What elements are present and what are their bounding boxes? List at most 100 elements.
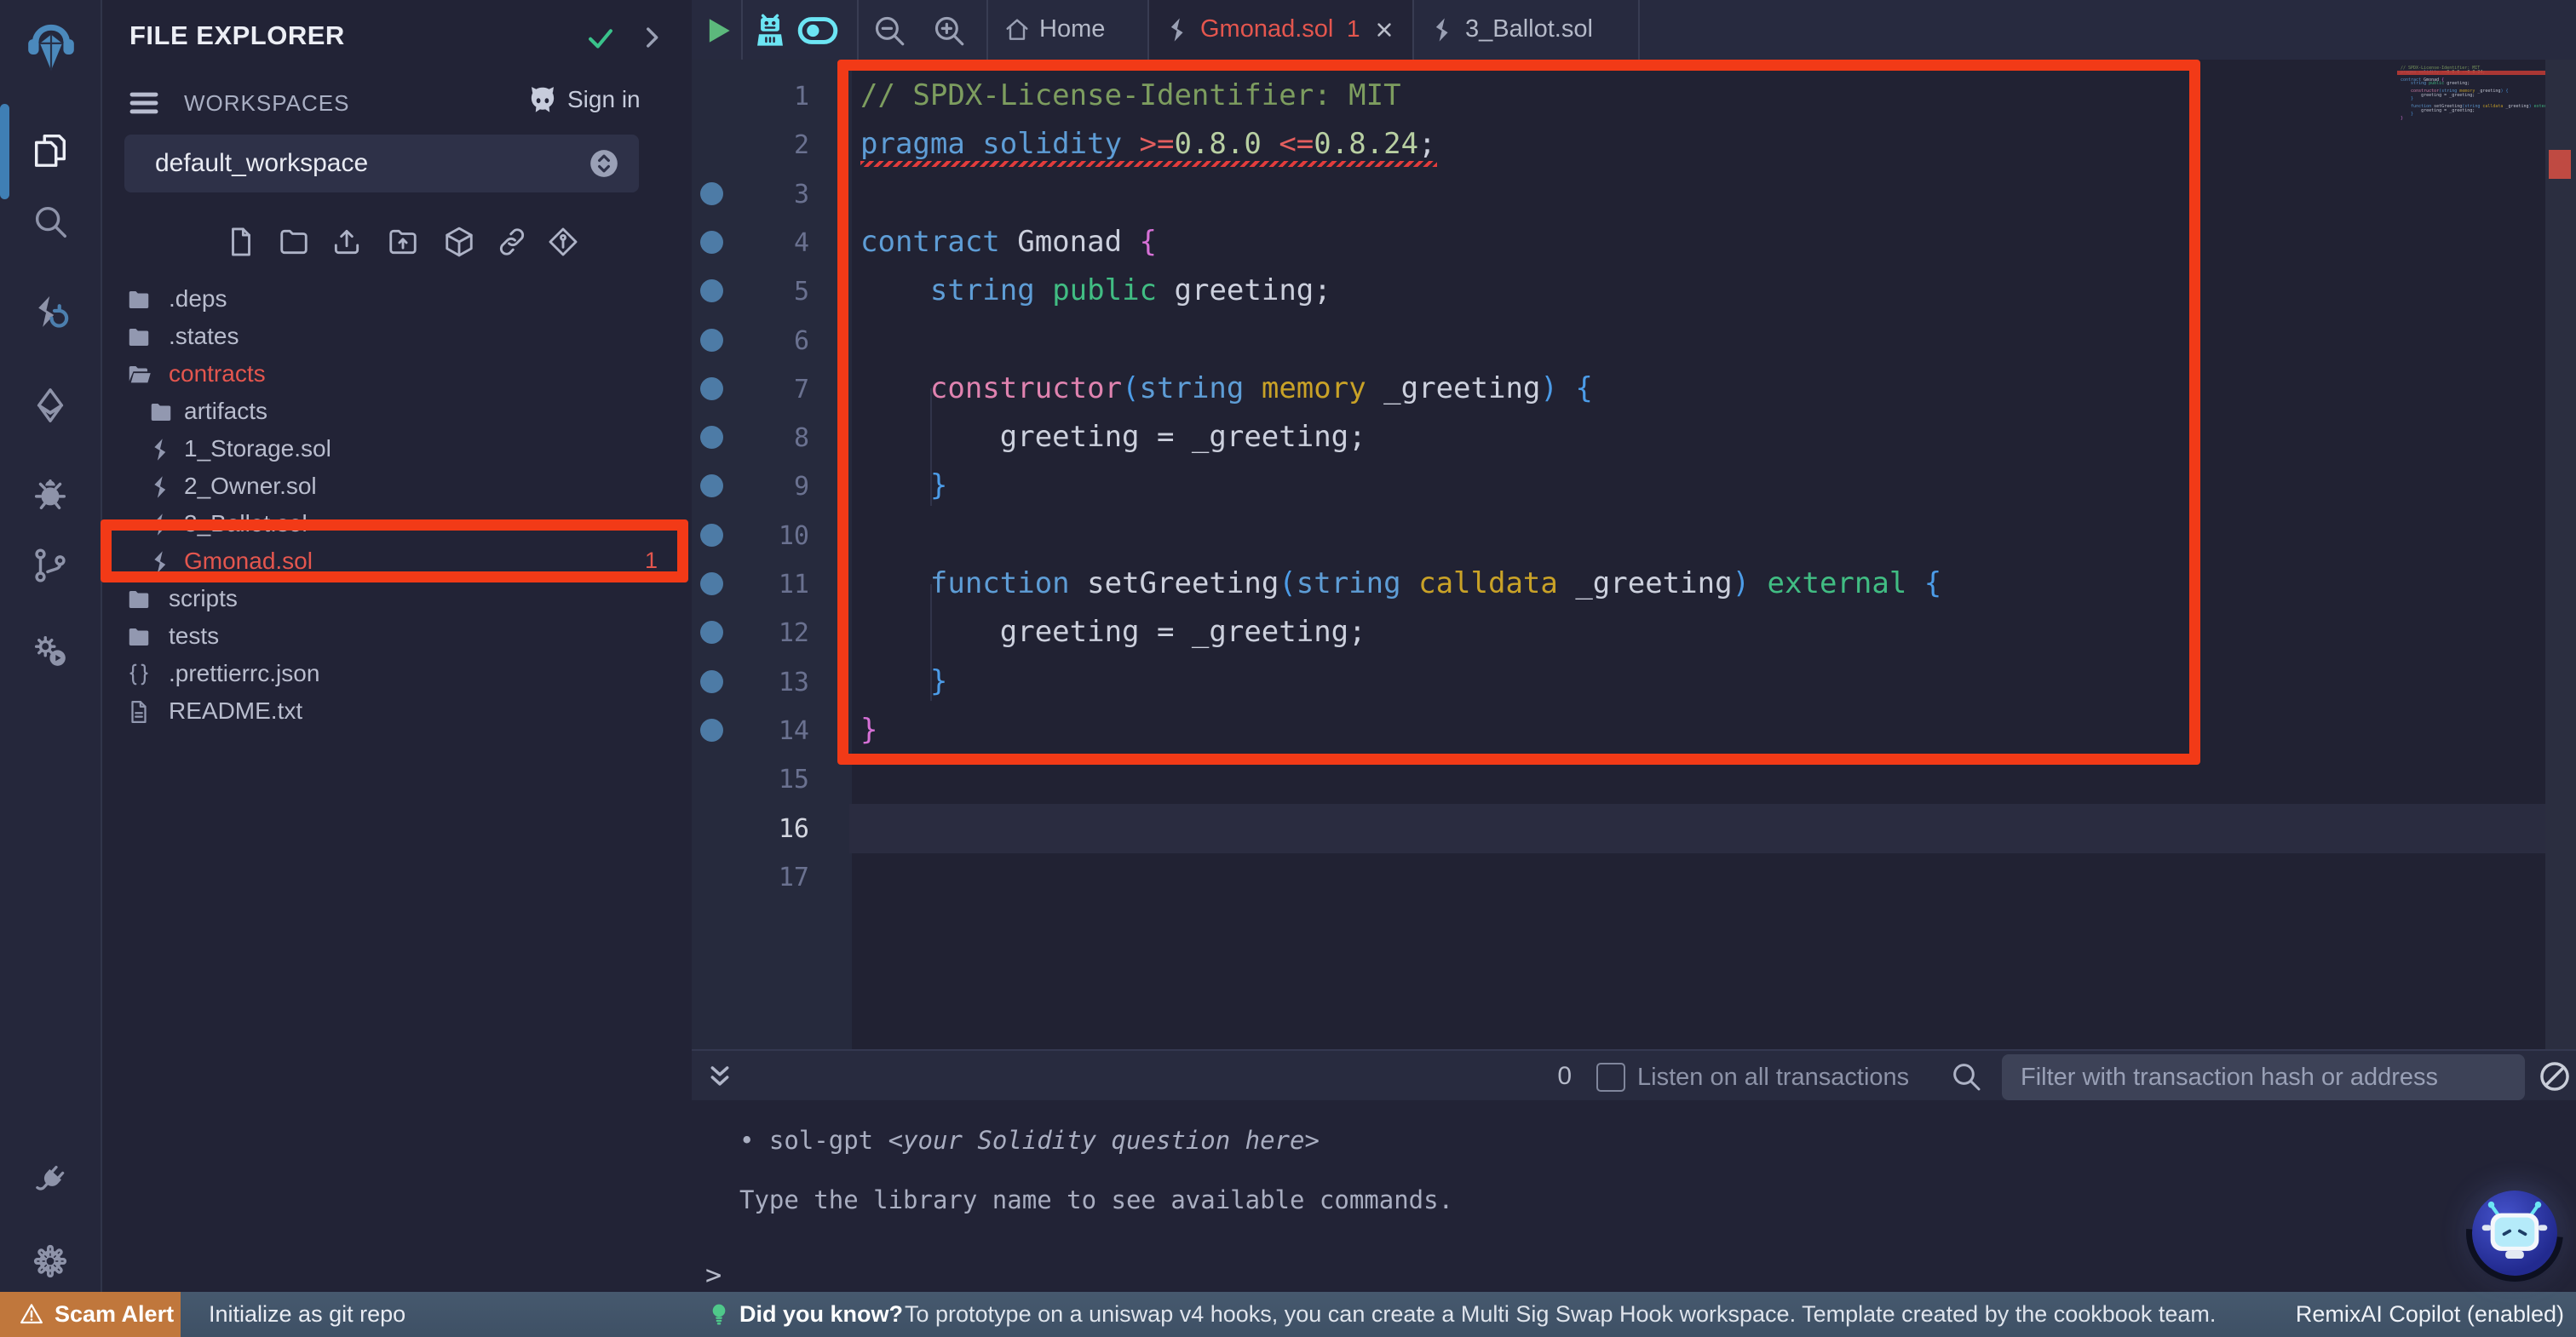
tree-item-gmonad-sol[interactable]: Gmonad.sol1: [102, 543, 688, 581]
code-line-4[interactable]: contract Gmonad {: [860, 218, 1157, 267]
line-number: 17: [724, 863, 809, 892]
link-button[interactable]: [493, 223, 531, 261]
rail-item-file-explorer[interactable]: [28, 128, 72, 172]
collapse-terminal-icon[interactable]: [704, 1061, 736, 1093]
rail-item-search[interactable]: [28, 199, 72, 244]
rail-item-settings[interactable]: [28, 1239, 72, 1283]
git-init-button[interactable]: Initialize as git repo: [209, 1301, 405, 1328]
sol-icon: [148, 512, 174, 537]
workspace-name: default_workspace: [155, 149, 368, 177]
tree-item--states[interactable]: .states: [102, 318, 688, 356]
ban-icon: [2537, 1059, 2573, 1094]
clear-console-icon[interactable]: [2537, 1059, 2573, 1094]
line-number: 14: [724, 716, 809, 746]
listen-checkbox[interactable]: [1596, 1063, 1625, 1092]
code-line-7[interactable]: constructor(string memory _greeting) {: [860, 364, 1593, 413]
search-icon[interactable]: [1949, 1059, 1983, 1093]
transaction-count: 0: [1529, 1062, 1572, 1091]
code-line-11[interactable]: function setGreeting(string calldata _gr…: [860, 559, 1941, 608]
zoom-out-button[interactable]: [867, 9, 911, 53]
tree-item-artifacts[interactable]: artifacts: [102, 393, 688, 431]
cube-button[interactable]: [440, 223, 478, 261]
gutter-dot: [700, 719, 723, 742]
gutter-dot: [700, 329, 723, 352]
tree-item-contracts[interactable]: contracts: [102, 356, 688, 393]
listen-label[interactable]: Listen on all transactions: [1637, 1064, 1909, 1092]
line-number: 13: [724, 668, 809, 697]
tree-item-scripts[interactable]: scripts: [102, 581, 688, 618]
transaction-filter-input[interactable]: [2002, 1054, 2525, 1100]
code-line-9[interactable]: }: [860, 462, 947, 510]
rail-item-git[interactable]: [28, 543, 72, 588]
bug-icon: [31, 474, 70, 514]
ai-copilot-robot-button[interactable]: [748, 9, 792, 53]
hamburger-menu-icon[interactable]: [126, 85, 162, 121]
rail-item-debugger[interactable]: [28, 472, 72, 516]
separator: [857, 0, 859, 60]
git-diamond-icon: [547, 226, 579, 258]
tree-item--deps[interactable]: .deps: [102, 281, 688, 318]
copilot-toggle[interactable]: [796, 9, 840, 53]
rail-item-solidity-compiler[interactable]: [28, 291, 72, 336]
sign-in-button[interactable]: Sign in: [526, 83, 641, 116]
gears-play-icon: [31, 631, 70, 670]
new-file-button[interactable]: [222, 223, 260, 261]
code-line-5[interactable]: string public greeting;: [860, 267, 1331, 315]
run-script-button[interactable]: [695, 9, 739, 53]
copy-icon: [31, 130, 70, 169]
new-folder-button[interactable]: [275, 223, 313, 261]
rail-item-plugin-runner[interactable]: [28, 628, 72, 673]
branch-icon: [31, 546, 70, 585]
editor-tab-strip: HomeGmonad.sol13_Ballot.sol: [692, 0, 2576, 60]
terminal-prompt[interactable]: >: [705, 1259, 722, 1291]
play-icon: [699, 12, 736, 49]
gutter-dot: [700, 377, 723, 400]
toggle-icon: [796, 9, 840, 53]
tree-item-1-storage-sol[interactable]: 1_Storage.sol: [102, 431, 688, 468]
line-number: 4: [724, 228, 809, 258]
scam-alert-button[interactable]: Scam Alert: [0, 1292, 181, 1337]
copilot-status[interactable]: RemixAI Copilot (enabled): [2296, 1301, 2564, 1328]
tree-item--prettierrc-json[interactable]: .prettierrc.json: [102, 656, 688, 693]
code-line-8[interactable]: greeting = _greeting;: [860, 413, 1366, 462]
tab-close-icon[interactable]: [1372, 18, 1396, 42]
code-line-1[interactable]: // SPDX-License-Identifier: MIT: [860, 72, 1401, 120]
folder-icon: [126, 287, 152, 313]
plug-icon: [32, 1162, 69, 1199]
tab-label: Gmonad.sol: [1200, 15, 1333, 43]
rail-item-deploy-run[interactable]: [28, 383, 72, 427]
tab-gmonad-sol[interactable]: Gmonad.sol1: [1149, 0, 1414, 60]
overview-ruler[interactable]: [2545, 60, 2576, 1049]
status-bar: Scam Alert Initialize as git repo Did yo…: [0, 1292, 2576, 1337]
minimap-line: }: [2401, 97, 2413, 101]
tree-item-label: artifacts: [184, 398, 267, 425]
code-line-13[interactable]: }: [860, 657, 947, 706]
code-editor[interactable]: 1// SPDX-License-Identifier: MIT2pragma …: [692, 60, 2576, 1049]
tree-item-tests[interactable]: tests: [102, 618, 688, 656]
tree-item-readme-txt[interactable]: README.txt: [102, 693, 688, 731]
workspace-select[interactable]: default_workspace: [124, 135, 639, 192]
minimap-line: string public greeting;: [2401, 82, 2470, 86]
line-number: 11: [724, 570, 809, 600]
tree-item-label: .deps: [169, 285, 227, 313]
remix-ai-assistant-button[interactable]: [2472, 1191, 2557, 1276]
remix-logo-icon[interactable]: [23, 19, 79, 79]
terminal-output[interactable]: • sol-gpt <your Solidity question here>T…: [692, 1100, 2576, 1292]
code-line-12[interactable]: greeting = _greeting;: [860, 608, 1366, 657]
compiler-icon: [31, 294, 70, 333]
folder-icon: [126, 324, 152, 350]
chevron-right-icon[interactable]: [637, 23, 666, 52]
zoom-in-button[interactable]: [927, 9, 971, 53]
upload-file-button[interactable]: [328, 223, 365, 261]
line-number: 16: [724, 814, 809, 844]
rail-item-plugin-manager[interactable]: [28, 1158, 72, 1202]
upload-folder-button[interactable]: [384, 223, 422, 261]
code-line-14[interactable]: }: [860, 706, 877, 755]
separator: [741, 0, 743, 60]
tab-3-ballot-sol[interactable]: 3_Ballot.sol: [1414, 0, 1640, 60]
tree-item-3-ballot-sol[interactable]: 3_Ballot.sol: [102, 506, 688, 543]
git-diamond-button[interactable]: [544, 223, 582, 261]
tree-item-2-owner-sol[interactable]: 2_Owner.sol: [102, 468, 688, 506]
tab-home[interactable]: Home: [986, 0, 1149, 60]
cube-icon: [443, 226, 475, 258]
